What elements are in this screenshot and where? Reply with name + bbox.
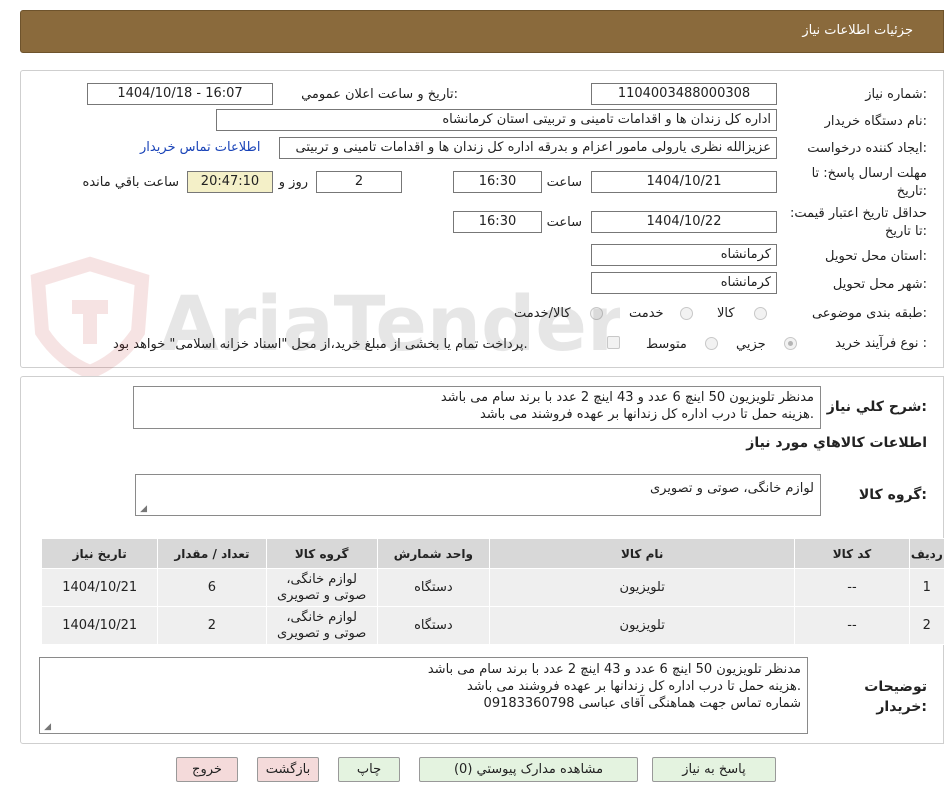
remaining-label: ساعت باقي مانده [82, 175, 179, 190]
city-field[interactable]: کرمانشاه [591, 272, 777, 294]
buyer-notes-line-1: مدنظر تلویزیون 50 اینچ 6 عدد و 43 اینچ 2… [427, 662, 801, 677]
row-group-line-2: صوتی و تصویری [276, 587, 367, 603]
requester-label: ایجاد کننده درخواست: [807, 141, 927, 156]
need-number-label: شماره نیاز: [865, 87, 927, 102]
summary-line-1: مدنظر تلویزیون 50 اینچ 6 عدد و 43 اینچ 2… [440, 390, 814, 405]
province-field[interactable]: کرمانشاه [591, 244, 777, 266]
reply-button[interactable]: پاسخ به نیاز [652, 757, 776, 782]
row-index: 2 [908, 606, 944, 645]
row-group: لوازم خانگی، صوتی و تصویری [265, 606, 378, 645]
summary-textarea[interactable]: مدنظر تلویزیون 50 اینچ 6 عدد و 43 اینچ 2… [133, 386, 821, 429]
print-button[interactable]: چاپ [338, 757, 400, 782]
category-both-label: کالا/خدمت [514, 306, 571, 321]
row-index: 1 [908, 568, 944, 607]
summary-label: شرح کلي نیاز: [826, 399, 927, 415]
reply-time-field[interactable]: 16:30 [453, 171, 542, 193]
days-field[interactable]: 2 [316, 171, 402, 193]
row-name: تلویزیون [488, 606, 796, 645]
payment-note: پرداخت تمام یا بخشی از مبلغ خرید،از محل … [113, 337, 528, 352]
category-both-radio[interactable] [590, 307, 603, 320]
goods-group-textarea[interactable]: لوازم خانگی، صوتی و تصویری ◢ [135, 474, 821, 516]
process-label: نوع فرآیند خرید : [835, 336, 927, 351]
price-validity-label: حداقل تاریخ اعتبار قیمت: تا تاریخ: [789, 206, 927, 239]
days-label: روز و [278, 175, 308, 190]
row-unit: دستگاه [376, 606, 490, 645]
category-goods-label: کالا [717, 306, 735, 321]
row-group: لوازم خانگی، صوتی و تصویری [265, 568, 378, 607]
goods-section-title: اطلاعات کالاهاي مورد نیاز [746, 435, 927, 451]
category-service-radio[interactable] [680, 307, 693, 320]
table-row[interactable]: 2 -- تلویزیون دستگاه لوازم خانگی، صوتی و… [40, 606, 944, 645]
col-name: نام کالا [488, 538, 796, 569]
page-title: جزئیات اطلاعات نیاز [802, 23, 913, 38]
buyer-notes-label-line-1: توضیحات [864, 679, 927, 695]
requester-field[interactable]: عزیزالله نظری یارولی مامور اعزام و بدرقه… [279, 137, 777, 159]
resize-handle-icon[interactable]: ◢ [42, 723, 51, 732]
validity-time-field[interactable]: 16:30 [453, 211, 542, 233]
summary-line-2: هزینه حمل تا درب اداره کل زندانها بر عهد… [479, 407, 814, 422]
buyer-notes-line-2: هزینه حمل تا درب اداره کل زندانها بر عهد… [466, 679, 801, 694]
row-group-line-2: صوتی و تصویری [276, 625, 367, 641]
row-date: 1404/10/21 [40, 606, 159, 645]
row-group-line-1: لوازم خانگی، [286, 609, 357, 625]
col-qty: تعداد / مقدار [157, 538, 267, 569]
row-name: تلویزیون [488, 568, 796, 607]
validity-date-field[interactable]: 1404/10/22 [591, 211, 777, 233]
row-date: 1404/10/21 [40, 568, 159, 607]
back-button[interactable]: بازگشت [257, 757, 319, 782]
process-medium-label: متوسط [646, 337, 687, 352]
process-medium-radio[interactable] [705, 337, 718, 350]
need-number-field[interactable]: 1104003488000308 [591, 83, 777, 105]
city-label: شهر محل تحویل: [832, 277, 927, 292]
buyer-notes-label-line-2: خریدار: [876, 699, 927, 715]
row-code: -- [794, 606, 910, 645]
resize-handle-icon[interactable]: ◢ [138, 505, 147, 514]
page-header: جزئیات اطلاعات نیاز [20, 10, 944, 53]
col-unit: واحد شمارش [376, 538, 490, 569]
col-code: کد کالا [794, 538, 910, 569]
reply-deadline-label: مهلت ارسال پاسخ: تا تاریخ: [811, 166, 927, 199]
col-date: تاریخ نیاز [40, 538, 159, 569]
province-label: استان محل تحویل: [825, 249, 927, 264]
announce-datetime-field[interactable]: 1404/10/18 - 16:07 [87, 83, 273, 105]
buyer-notes-line-3: شماره تماس جهت هماهنگی آقای عباسی 091833… [483, 696, 801, 711]
goods-table-header: ردیف کد کالا نام کالا واحد شمارش گروه کا… [40, 538, 944, 569]
col-index: ردیف [908, 538, 944, 569]
validity-time-label: ساعت [546, 215, 582, 230]
process-minor-radio[interactable] [784, 337, 797, 350]
category-service-label: خدمت [629, 306, 664, 321]
need-details-panel: شرح کلي نیاز: مدنظر تلویزیون 50 اینچ 6 ع… [20, 376, 944, 744]
table-row[interactable]: 1 -- تلویزیون دستگاه لوازم خانگی، صوتی و… [40, 568, 944, 607]
buyer-org-label: نام دستگاه خریدار: [824, 114, 927, 129]
row-code: -- [794, 568, 910, 607]
buyer-contact-link[interactable]: اطلاعات تماس خریدار [140, 140, 260, 155]
reply-date-field[interactable]: 1404/10/21 [591, 171, 777, 193]
goods-group-label: گروه کالا: [858, 487, 927, 503]
row-unit: دستگاه [376, 568, 490, 607]
col-group: گروه کالا [265, 538, 378, 569]
goods-group-value: لوازم خانگی، صوتی و تصویری [649, 481, 814, 496]
category-label: طبقه بندی موضوعی: [811, 306, 927, 321]
need-info-panel: شماره نیاز: 1104003488000308 تاریخ و ساع… [20, 70, 944, 368]
category-goods-radio[interactable] [754, 307, 767, 320]
process-minor-label: جزیي [736, 337, 766, 352]
remaining-time-field: 20:47:10 [187, 171, 273, 193]
goods-table: ردیف کد کالا نام کالا واحد شمارش گروه کا… [40, 538, 944, 645]
attachments-button[interactable]: مشاهده مدارک پیوستي (0) [419, 757, 638, 782]
row-qty: 6 [157, 568, 267, 607]
buyer-notes-label: توضیحات خریدار: [864, 677, 927, 717]
row-qty: 2 [157, 606, 267, 645]
row-group-line-1: لوازم خانگی، [286, 571, 357, 587]
reply-time-label: ساعت [546, 175, 582, 190]
exit-button[interactable]: خروج [176, 757, 238, 782]
buyer-notes-textarea[interactable]: مدنظر تلویزیون 50 اینچ 6 عدد و 43 اینچ 2… [39, 657, 808, 734]
announce-label: تاریخ و ساعت اعلان عمومي: [301, 87, 458, 102]
buyer-org-field[interactable]: اداره کل زندان ها و اقدامات تامینی و ترب… [216, 109, 777, 131]
treasury-checkbox[interactable] [607, 336, 620, 349]
